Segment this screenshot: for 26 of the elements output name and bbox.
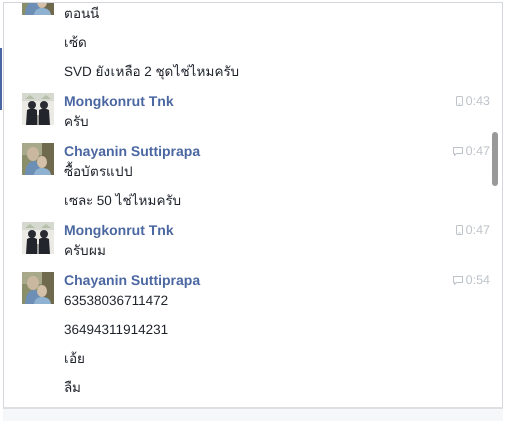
message-text: เอ้ย [64,351,85,367]
message-time: 0:54 [466,272,490,288]
message-text: 36494311914231 [64,322,168,338]
active-indicator [0,48,2,110]
phone-icon [456,225,463,235]
sender-name[interactable]: Chayanin Suttiprapa [64,272,200,288]
message-text: 63538036711472 [64,293,168,309]
chat-bubble-icon [452,276,463,284]
message-text: ครับผม [64,243,106,259]
chat-bubble-icon [452,146,463,156]
message-text: เซละ 50 ไช่ไหมครับ [64,193,182,209]
message-text: ครับ [64,114,89,130]
message-time: 0:47 [466,222,490,238]
sender-name[interactable]: Mongkonrut Tnk [64,93,174,109]
message-text: ลืม [64,380,81,396]
message-text: SVD ยังเหลือ 2 ชุดไช่ไหมครับ [64,64,240,80]
scrollbar-thumb[interactable] [492,132,498,186]
message-time: 0:47 [466,143,490,159]
composer-area[interactable] [3,407,503,421]
sender-name[interactable]: Chayanin Suttiprapa [64,143,200,159]
message-text: เซ้ด [64,35,87,51]
sender-name[interactable]: Mongkonrut Tnk [64,222,174,238]
phone-icon [456,96,463,106]
message-text: ซื้อบัตรแปป [64,164,133,180]
message-time: 0:43 [466,93,490,109]
message-text: ตอนนี [64,6,99,22]
